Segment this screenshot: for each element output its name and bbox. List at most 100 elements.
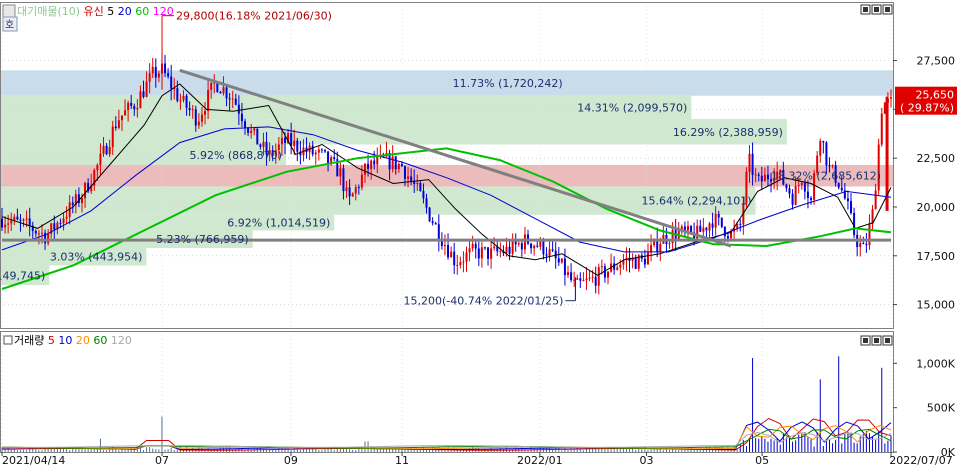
candle-body — [259, 144, 262, 147]
candle-body — [373, 160, 376, 165]
candle-body — [244, 121, 247, 128]
price-tick-label: 22,500 — [917, 152, 956, 165]
candle-body — [228, 98, 231, 100]
stock-chart[interactable]: 15,00017,50020,00022,50025,00027,5000K50… — [0, 0, 959, 467]
legend-item: 60 — [90, 334, 108, 347]
volume-profile-label: 6.92% (1,014,519) — [227, 217, 330, 230]
legend-item: 5 — [104, 5, 115, 18]
candle-body — [142, 91, 145, 97]
legend-item: 20 — [72, 334, 90, 347]
candle-body — [323, 149, 326, 152]
close-icon[interactable] — [882, 4, 893, 15]
candle-body — [594, 276, 597, 286]
legend-item: 120 — [149, 5, 174, 18]
candle-body — [763, 174, 766, 182]
volume-profile-label: 14.31% (2,099,570) — [577, 101, 687, 114]
price-tick-label: 20,000 — [917, 201, 956, 214]
candle-body — [517, 243, 520, 245]
candle-body — [597, 267, 600, 286]
candle-body — [548, 249, 551, 256]
candle-body — [720, 217, 723, 227]
restore-icon[interactable] — [860, 335, 871, 346]
volume-profile-label: 18.32% (2,685,612) — [771, 170, 881, 183]
candle-body — [250, 130, 253, 133]
time-tick-label: 11 — [395, 454, 409, 467]
candle-body — [339, 168, 342, 177]
candle-body — [311, 145, 314, 155]
corner-badge[interactable]: 호 — [2, 16, 18, 32]
last-price-value: 25,650 — [916, 89, 955, 102]
maximize-icon[interactable] — [871, 4, 882, 15]
candle-body — [151, 66, 154, 74]
candle-body — [447, 245, 450, 258]
high-annotation: 29,800(16.18% 2021/06/30) — [176, 10, 332, 23]
candle-body — [431, 221, 434, 224]
candle-body — [806, 191, 809, 198]
candle-body — [363, 163, 366, 175]
candle-body — [194, 109, 197, 126]
candle-body — [877, 144, 880, 191]
candle-body — [317, 149, 320, 153]
candle-body — [800, 182, 803, 185]
corner-label: 호 — [5, 19, 14, 31]
candle-body — [219, 91, 222, 94]
candle-body — [96, 164, 99, 171]
candle-body — [425, 198, 428, 208]
volume-panel-window-icons — [860, 335, 893, 346]
candle-body — [111, 126, 114, 147]
candle-body — [65, 216, 68, 219]
candle-body — [167, 73, 170, 77]
close-icon[interactable] — [882, 335, 893, 346]
time-tick-label: 03 — [640, 454, 654, 467]
candle-body — [314, 152, 317, 155]
price-legend: 대기매물(10) 유신 5 20 60 120 — [2, 4, 174, 18]
candle-body — [130, 102, 133, 107]
candle-body — [810, 197, 813, 200]
candle-body — [102, 145, 105, 154]
candle-body — [520, 243, 523, 250]
candle-body — [563, 258, 566, 276]
time-tick-label: 09 — [284, 454, 298, 467]
candle-body — [751, 153, 754, 175]
volume-profile-bar — [0, 70, 893, 96]
candle-body — [320, 149, 323, 151]
candle-body — [59, 222, 62, 224]
candle-body — [256, 128, 259, 145]
candle-body — [462, 261, 465, 263]
candle-body — [296, 140, 299, 152]
candle-body — [493, 246, 496, 249]
candle-body — [465, 252, 468, 262]
maximize-icon[interactable] — [871, 335, 882, 346]
candle-body — [699, 225, 702, 232]
candle-body — [650, 245, 653, 253]
candle-body — [643, 258, 646, 265]
candle-body — [883, 102, 886, 114]
candle-body — [748, 153, 751, 172]
candle-body — [108, 146, 111, 155]
time-tick-label: 2022/01 — [517, 454, 563, 467]
candle-body — [284, 137, 287, 143]
candle-body — [708, 223, 711, 231]
candle-body — [422, 190, 425, 199]
restore-icon[interactable] — [860, 4, 871, 15]
candle-body — [646, 252, 649, 265]
candle-body — [570, 272, 573, 281]
panel-toggle-icon[interactable] — [2, 4, 16, 18]
candle-body — [360, 174, 363, 188]
volume-toggle-icon[interactable] — [3, 335, 13, 345]
candle-body — [204, 111, 207, 115]
candle-body — [588, 277, 591, 279]
candle-body — [456, 265, 459, 267]
volume-profile-label: 15.64% (2,294,101) — [642, 195, 752, 208]
candle-body — [440, 241, 443, 246]
candle-body — [828, 165, 831, 167]
candle-body — [717, 213, 720, 218]
candle-body — [837, 182, 840, 188]
candle-body — [542, 240, 545, 255]
candle-body — [754, 174, 757, 176]
legend-item: 60 — [132, 5, 150, 18]
candle-body — [819, 141, 822, 156]
candle-body — [333, 157, 336, 160]
candle-body — [19, 219, 22, 221]
candle-body — [222, 87, 225, 94]
